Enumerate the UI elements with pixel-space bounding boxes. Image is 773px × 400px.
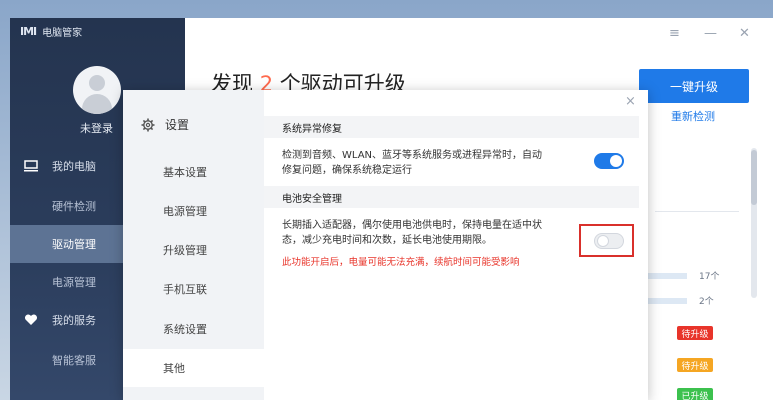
settings-menu: 设置 基本设置 电源管理 升级管理 手机互联 系统设置 其他 — [123, 90, 264, 400]
settings-menu-phone-link[interactable]: 手机互联 — [123, 270, 264, 308]
system-repair-description: 检测到音频、WLAN、蓝牙等系统服务或进程异常时，自动 修复问题，确保系统稳定运… — [282, 148, 582, 178]
description-line: 检测到音频、WLAN、蓝牙等系统服务或进程异常时，自动 — [282, 150, 543, 161]
avatar-head-icon — [89, 75, 105, 91]
status-badge: 待升级 — [677, 326, 713, 340]
heart-icon — [24, 314, 38, 325]
description-line: 修复问题，确保系统稳定运行 — [282, 165, 412, 176]
driver-count-label: 17个 — [699, 272, 720, 282]
app-title: 电脑管家 — [42, 28, 83, 39]
app-logo-icon: IMI — [20, 25, 37, 38]
settings-title-label: 设置 — [165, 118, 190, 132]
gear-icon — [141, 118, 155, 131]
status-badge: 待升级 — [677, 358, 713, 372]
settings-menu-other[interactable]: 其他 — [123, 349, 264, 387]
menu-icon[interactable]: ≡ — [669, 26, 680, 41]
recheck-link[interactable]: 重新检测 — [671, 108, 715, 124]
settings-menu-upgrade[interactable]: 升级管理 — [123, 231, 264, 269]
close-icon[interactable]: ✕ — [739, 26, 750, 41]
settings-menu-power[interactable]: 电源管理 — [123, 192, 264, 230]
login-status[interactable]: 未登录 — [80, 120, 113, 136]
minimize-icon[interactable]: — — [704, 26, 717, 41]
monitor-icon — [24, 160, 38, 172]
upgrade-all-button[interactable]: 一键升级 — [639, 69, 749, 103]
app-brand: IMI 电脑管家 — [20, 24, 82, 39]
description-line: 态，减少充电时间和次数，延长电池使用期限。 — [282, 235, 492, 246]
scrollbar-thumb[interactable] — [751, 150, 757, 205]
sidebar-item-label: 驱动管理 — [52, 238, 96, 251]
progress-bar — [645, 273, 687, 279]
sidebar-item-label: 电源管理 — [52, 276, 96, 289]
avatar[interactable] — [73, 66, 121, 114]
sidebar-item-label: 硬件检测 — [52, 200, 96, 213]
section-header-battery: 电池安全管理 — [264, 186, 639, 208]
toggle-knob — [610, 155, 622, 167]
dialog-close-icon[interactable]: × — [625, 94, 636, 109]
driver-count-label: 2个 — [699, 297, 714, 307]
status-badge: 已升级 — [677, 388, 713, 400]
battery-warning: 此功能开启后，电量可能无法充满，续航时间可能受影响 — [282, 257, 520, 268]
avatar-body-icon — [82, 94, 112, 114]
system-repair-toggle[interactable] — [594, 153, 624, 169]
section-header-system-repair: 系统异常修复 — [264, 116, 639, 138]
settings-title: 设置 — [141, 116, 189, 133]
highlight-box — [579, 224, 634, 257]
settings-dialog: 设置 基本设置 电源管理 升级管理 手机互联 系统设置 其他 × 系统异常修复 … — [123, 90, 648, 400]
description-line: 长期插入适配器，偶尔使用电池供电时，保持电量在适中状 — [282, 220, 542, 231]
settings-menu-system[interactable]: 系统设置 — [123, 310, 264, 348]
divider — [655, 211, 739, 212]
settings-menu-basic[interactable]: 基本设置 — [123, 153, 264, 191]
progress-bar — [645, 298, 687, 304]
sidebar-item-label: 我的服务 — [52, 314, 96, 327]
sidebar-item-label: 我的电脑 — [52, 160, 96, 173]
battery-description: 长期插入适配器，偶尔使用电池供电时，保持电量在适中状 态，减少充电时间和次数，延… — [282, 218, 582, 248]
sidebar-item-label: 智能客服 — [52, 354, 96, 367]
